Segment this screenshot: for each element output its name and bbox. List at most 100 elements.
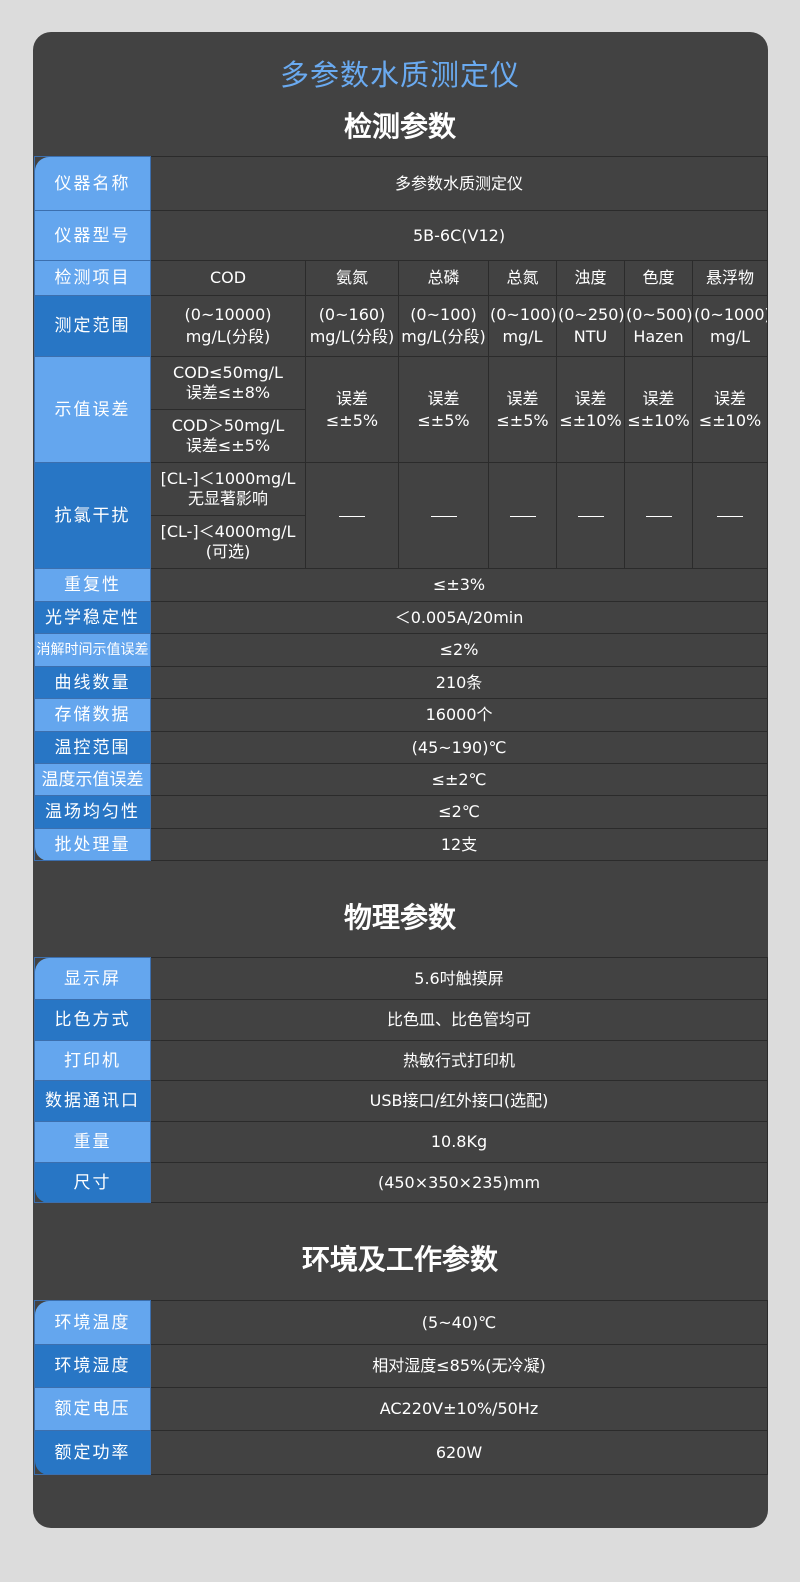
row-label: 温度示值误差 xyxy=(34,763,151,796)
environment-table: 环境温度 (5~40)℃ 环境湿度 相对湿度≤85%(无冷凝) 额定电压 AC2… xyxy=(34,1300,768,1475)
row-value: (450×350×235)mm xyxy=(150,1162,768,1203)
item-cell: 总氮 xyxy=(488,260,557,296)
row-label: 抗氯干扰 xyxy=(34,462,151,569)
row-label: 示值误差 xyxy=(34,356,151,463)
range-unit: Hazen xyxy=(633,327,684,346)
table-row: 仪器名称 多参数水质测定仪 xyxy=(34,156,769,211)
section-title-detection: 检测参数 xyxy=(343,110,456,143)
table-row: 温度示值误差 ≤±2℃ xyxy=(34,763,769,796)
dash-placeholder xyxy=(339,515,365,517)
range-unit: mg/L(分段) xyxy=(309,327,395,346)
row-value: 620W xyxy=(150,1430,768,1475)
instrument-model: 5B-6C(V12) xyxy=(149,210,769,261)
item-cell: 氨氮 xyxy=(305,260,399,296)
row-value: 210条 xyxy=(149,666,769,699)
range-unit: NTU xyxy=(573,327,608,346)
cod-error-condition: COD＞50mg/L xyxy=(171,416,285,435)
row-value: 12支 xyxy=(149,828,769,861)
table-row: 曲线数量 210条 xyxy=(34,666,769,699)
error-value: ≤±5% xyxy=(417,410,470,430)
row-value: 10.8Kg xyxy=(150,1121,768,1163)
error-value: ≤±10% xyxy=(559,410,622,430)
row-label: 环境温度 xyxy=(34,1300,151,1345)
row-value: AC220V±10%/50Hz xyxy=(150,1387,768,1431)
table-row: 温控范围 (45~190)℃ xyxy=(34,731,769,764)
error-value: ≤±5% xyxy=(496,410,549,430)
row-value: ≤2℃ xyxy=(149,795,769,829)
physical-table: 显示屏 5.6吋触摸屏 比色方式 比色皿、比色管均可 打印机 热敏行式打印机 数… xyxy=(34,957,768,1203)
range-unit: mg/L(分段) xyxy=(185,327,271,346)
row-label: 仪器型号 xyxy=(34,210,151,261)
range-unit: mg/L xyxy=(710,327,751,346)
row-value: ≤2% xyxy=(149,633,769,667)
cod-error-value: 误差≤±5% xyxy=(185,436,271,455)
table-row: 额定功率 620W xyxy=(34,1430,768,1475)
dash-placeholder xyxy=(577,515,604,517)
row-label: 打印机 xyxy=(34,1040,151,1081)
row-value: (45~190)℃ xyxy=(149,731,769,764)
row-label: 曲线数量 xyxy=(34,666,151,699)
instrument-name: 多参数水质测定仪 xyxy=(149,156,769,211)
row-label: 光学稳定性 xyxy=(34,601,151,634)
row-label: 存储数据 xyxy=(34,698,151,732)
error-text: 误差 xyxy=(427,388,460,408)
row-value: 相对湿度≤85%(无冷凝) xyxy=(150,1344,768,1388)
range-value: (0~500) xyxy=(626,305,693,324)
row-label: 数据通讯口 xyxy=(34,1080,151,1122)
item-cell: COD xyxy=(150,260,306,296)
row-label: 额定电压 xyxy=(34,1387,151,1431)
cod-error-value: 误差≤±8% xyxy=(185,383,271,402)
row-label: 仪器名称 xyxy=(34,156,151,211)
range-value: (0~100) xyxy=(410,305,477,324)
error-text: 误差 xyxy=(335,388,368,408)
dash-placeholder xyxy=(717,515,744,517)
range-value: (0~1000) xyxy=(694,305,768,324)
section-title-physical: 物理参数 xyxy=(343,901,456,934)
cod-error-condition: COD≤50mg/L xyxy=(173,363,283,382)
error-text: 误差 xyxy=(506,388,539,408)
row-label: 测定范围 xyxy=(34,295,151,357)
dash-placeholder xyxy=(645,515,672,517)
error-value: ≤±10% xyxy=(627,410,690,430)
dash-placeholder xyxy=(509,515,536,517)
chlorine-effect: 无显著影响 xyxy=(187,489,268,508)
range-unit: mg/L(分段) xyxy=(401,327,486,346)
table-row: 数据通讯口 USB接口/红外接口(选配) xyxy=(34,1080,768,1122)
range-value: (0~10000) xyxy=(184,305,272,324)
table-row: 温场均匀性 ≤2℃ xyxy=(34,795,769,829)
table-row: 存储数据 16000个 xyxy=(34,698,769,732)
chlorine-effect: (可选) xyxy=(205,542,251,561)
table-row: 光学稳定性 ＜0.005A/20min xyxy=(34,601,769,634)
range-value: (0~100) xyxy=(490,305,557,324)
table-row: 抗氯干扰 [CL-]＜1000mg/L 无显著影响 xyxy=(34,462,769,569)
table-row: 仪器型号 5B-6C(V12) xyxy=(34,210,769,261)
range-unit: mg/L xyxy=(502,327,543,346)
error-text: 误差 xyxy=(642,388,675,408)
error-value: ≤±5% xyxy=(325,410,379,430)
table-row: 环境温度 (5~40)℃ xyxy=(34,1300,768,1345)
row-label: 显示屏 xyxy=(34,957,151,1000)
row-label: 额定功率 xyxy=(34,1430,151,1475)
row-label: 批处理量 xyxy=(34,828,151,861)
detection-table: 仪器名称 多参数水质测定仪 仪器型号 5B-6C(V12) 检测项目 COD 氨… xyxy=(34,156,769,861)
item-cell: 色度 xyxy=(624,260,693,296)
table-row: 消解时间示值误差 ≤2% xyxy=(34,633,769,667)
row-value: (5~40)℃ xyxy=(150,1300,768,1345)
item-cell: 浊度 xyxy=(556,260,625,296)
table-row: 打印机 热敏行式打印机 xyxy=(34,1040,768,1081)
error-value: ≤±10% xyxy=(698,410,762,430)
table-row: 重量 10.8Kg xyxy=(34,1121,768,1163)
row-value: 热敏行式打印机 xyxy=(150,1040,768,1081)
table-row: 环境湿度 相对湿度≤85%(无冷凝) xyxy=(34,1344,768,1388)
table-row: 检测项目 COD 氨氮 总磷 总氮 浊度 色度 悬浮物 xyxy=(34,260,769,296)
table-row: 显示屏 5.6吋触摸屏 xyxy=(34,957,768,1000)
item-cell: 总磷 xyxy=(398,260,489,296)
row-value: 5.6吋触摸屏 xyxy=(150,957,768,1000)
row-label: 温控范围 xyxy=(34,731,151,764)
row-value: ≤±3% xyxy=(149,568,769,602)
table-row: 比色方式 比色皿、比色管均可 xyxy=(34,999,768,1041)
row-value: ≤±2℃ xyxy=(149,763,769,796)
table-row: 额定电压 AC220V±10%/50Hz xyxy=(34,1387,768,1431)
row-value: USB接口/红外接口(选配) xyxy=(150,1080,768,1122)
main-title: 多参数水质测定仪 xyxy=(279,58,520,92)
